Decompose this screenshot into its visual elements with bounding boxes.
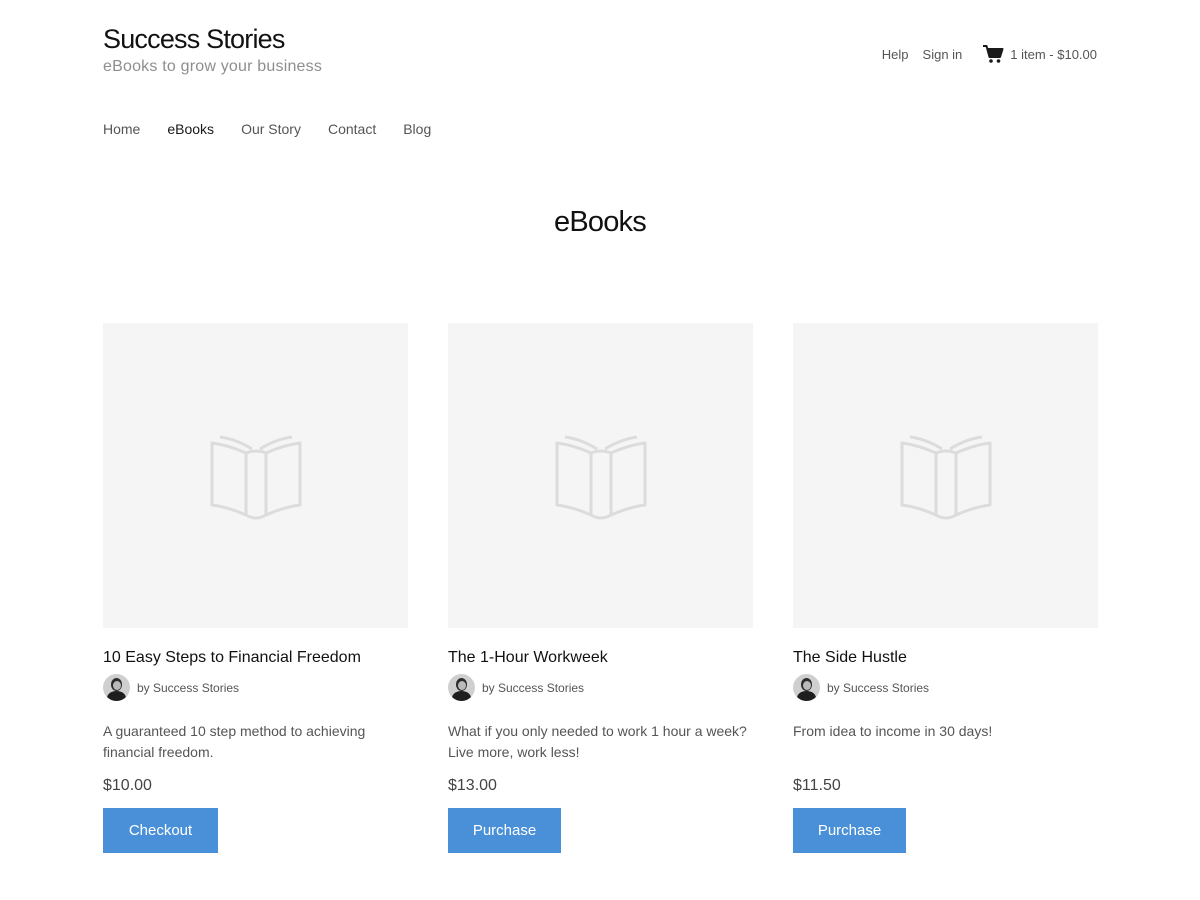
product-image[interactable] <box>793 323 1098 628</box>
product-image[interactable] <box>103 323 408 628</box>
product-byline: by Success Stories <box>448 674 753 701</box>
open-book-icon <box>555 435 646 519</box>
page-title: eBooks <box>554 206 647 238</box>
shopping-cart-icon <box>983 45 1004 63</box>
product-price: $13.00 <box>448 777 497 794</box>
top-links: Help Sign in 1 item - $10.00 <box>882 44 1097 64</box>
checkout-button[interactable]: Checkout <box>103 808 218 853</box>
author-name: by Success Stories <box>827 680 930 695</box>
author-avatar <box>448 674 475 701</box>
product-description: From idea to income in 30 days! <box>793 723 993 739</box>
product-title[interactable]: The 1-Hour Workweek <box>448 649 753 667</box>
product-description: What if you only needed to work 1 hour a… <box>448 723 747 760</box>
cart-link[interactable]: 1 item - $10.00 <box>982 44 1097 64</box>
purchase-button[interactable]: Purchase <box>448 808 561 853</box>
site-title[interactable]: Success Stories <box>103 24 285 55</box>
product-description: A guaranteed 10 step method to achieving… <box>103 723 366 760</box>
open-book-icon <box>900 435 991 519</box>
product-card: The Side Hustle by Success Stories From … <box>793 323 1098 853</box>
site-tagline: eBooks to grow your business <box>103 58 323 75</box>
product-card: The 1-Hour Workweek by Success Stories W… <box>448 323 753 853</box>
author-name: by Success Stories <box>482 680 585 695</box>
main-nav: Home eBooks Our Story Contact Blog <box>103 121 458 137</box>
product-byline: by Success Stories <box>793 674 1098 701</box>
cart-summary: 1 item - $10.00 <box>1010 46 1097 62</box>
product-title[interactable]: The Side Hustle <box>793 649 1098 667</box>
nav-item-ebooks[interactable]: eBooks <box>167 121 214 137</box>
product-byline: by Success Stories <box>103 674 408 701</box>
purchase-button[interactable]: Purchase <box>793 808 906 853</box>
product-image[interactable] <box>448 323 753 628</box>
nav-item-contact[interactable]: Contact <box>328 121 376 137</box>
sign-in-link[interactable]: Sign in <box>923 47 963 62</box>
nav-item-home[interactable]: Home <box>103 121 140 137</box>
help-link[interactable]: Help <box>882 47 909 62</box>
product-card: 10 Easy Steps to Financial Freedom by Su… <box>103 323 408 853</box>
author-avatar <box>793 674 820 701</box>
nav-item-our-story[interactable]: Our Story <box>241 121 301 137</box>
product-title[interactable]: 10 Easy Steps to Financial Freedom <box>103 649 408 667</box>
nav-item-blog[interactable]: Blog <box>403 121 431 137</box>
author-name: by Success Stories <box>137 680 240 695</box>
open-book-icon <box>210 435 301 519</box>
product-price: $10.00 <box>103 777 152 794</box>
product-price: $11.50 <box>793 777 841 794</box>
author-avatar <box>103 674 130 701</box>
